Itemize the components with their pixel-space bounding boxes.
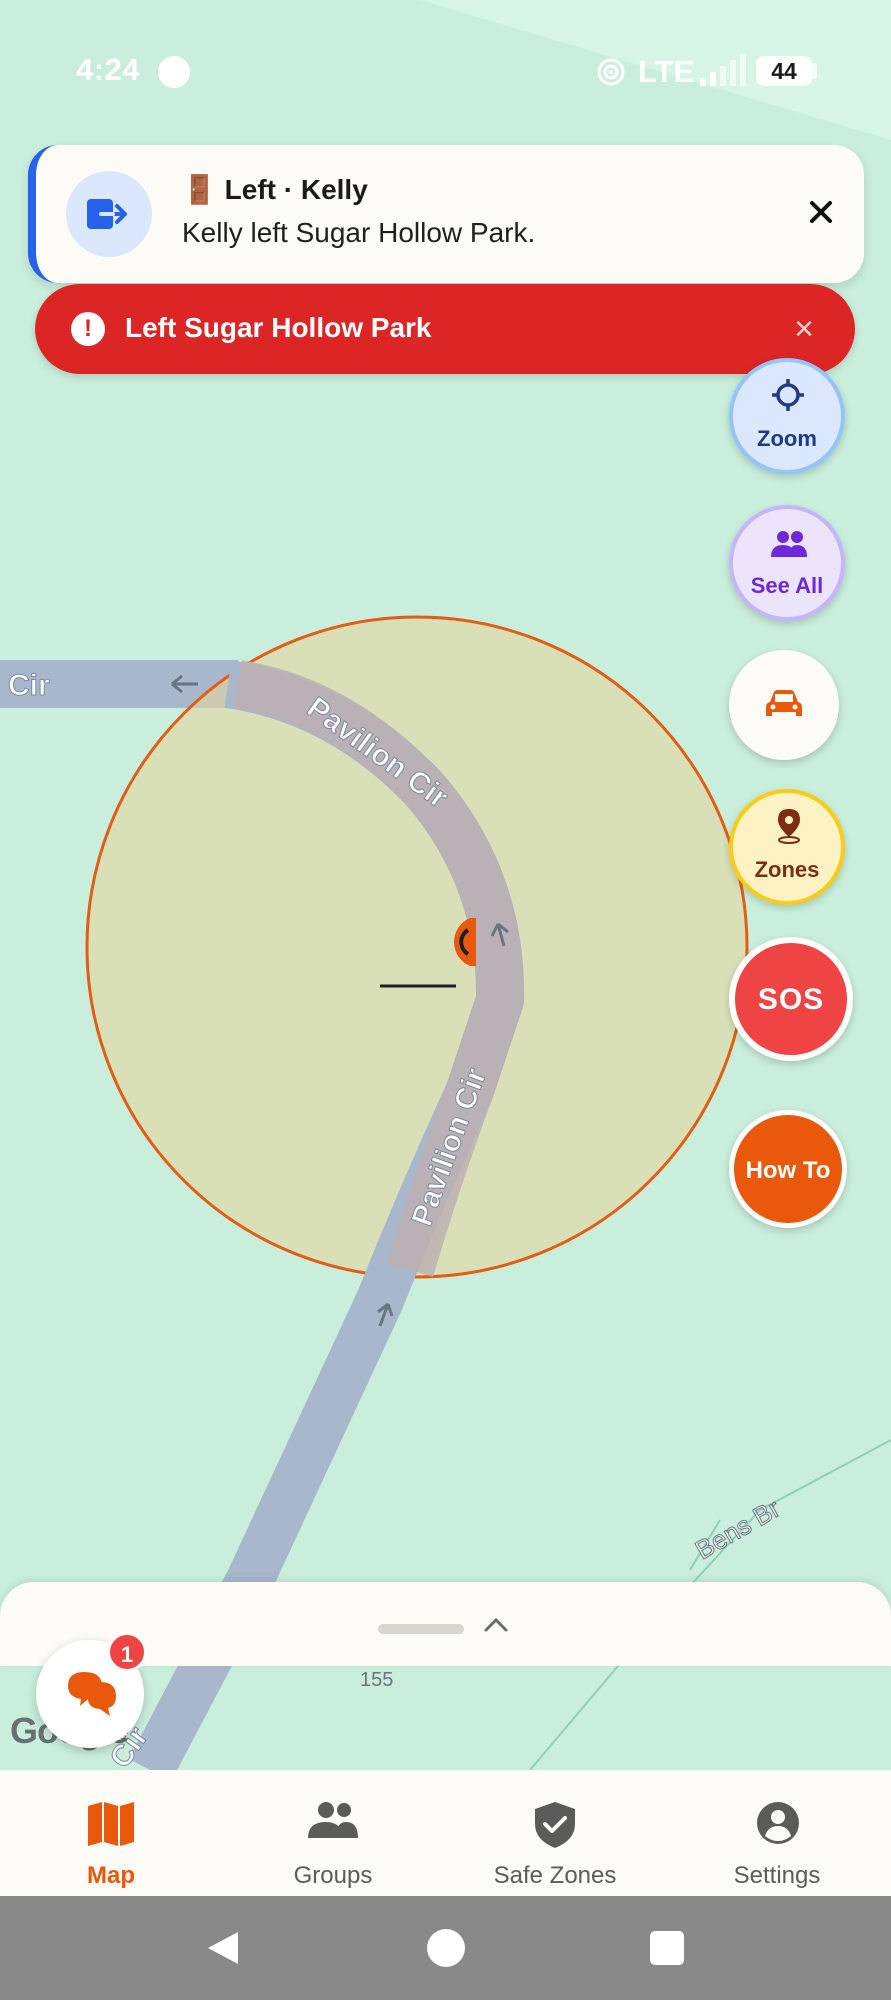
nav-settings-label: Settings [733, 1862, 821, 1889]
close-alert-icon[interactable]: × [787, 312, 821, 346]
zones-button[interactable]: Zones [729, 789, 845, 905]
alert-icon: ! [71, 312, 105, 346]
car-icon [766, 690, 802, 716]
zoom-label: Zoom [757, 426, 817, 451]
street-label: Cir [8, 669, 50, 702]
door-emoji-icon: 🚪 [182, 174, 217, 205]
map-pin-icon [778, 809, 800, 844]
nav-safe-zones-label: Safe Zones [493, 1862, 617, 1889]
alert-text: Left Sugar Hollow Park [125, 312, 432, 343]
unread-badge: 1 [107, 1632, 147, 1672]
zoom-button[interactable]: Zoom [729, 358, 845, 474]
left-zone-notification[interactable]: 🚪 Left · Kelly Kelly left Sugar Hollow P… [28, 145, 864, 283]
zone-exit-alert[interactable]: ! Left Sugar Hollow Park × [35, 284, 855, 374]
nav-groups[interactable]: Groups [222, 1770, 444, 1896]
nav-safe-zones[interactable]: Safe Zones [444, 1770, 666, 1896]
back-icon[interactable] [204, 1928, 242, 1968]
close-notification-icon[interactable] [798, 189, 844, 235]
network-type: LTE [638, 54, 695, 89]
status-time: 4:24 [76, 52, 141, 87]
sos-button[interactable]: SOS [729, 937, 853, 1061]
zones-label: Zones [754, 857, 820, 882]
shield-check-icon [535, 1802, 575, 1848]
crosshair-icon [772, 379, 804, 411]
notification-dot-icon [158, 56, 190, 88]
drive-mode-button[interactable] [729, 650, 839, 760]
signal-icon [700, 54, 746, 86]
see-all-label: See All [750, 573, 824, 598]
battery-icon: 44 [756, 56, 812, 86]
battery-tip [812, 63, 817, 79]
notification-title: 🚪 Left · Kelly [182, 173, 368, 206]
notification-title-text: Left · Kelly [224, 174, 368, 205]
exit-door-icon [66, 171, 152, 257]
hotspot-icon [597, 58, 625, 86]
account-icon [757, 1802, 799, 1844]
chat-bubbles-icon [68, 1672, 116, 1716]
system-navigation-bar [0, 1896, 891, 2000]
recents-icon[interactable] [650, 1931, 684, 1965]
chevron-up-icon[interactable] [482, 1614, 510, 1634]
map-icon [88, 1802, 134, 1846]
notification-body: Kelly left Sugar Hollow Park. [182, 217, 536, 248]
groups-icon [308, 1802, 358, 1838]
see-all-button[interactable]: See All [729, 505, 845, 621]
people-icon [771, 531, 807, 557]
home-icon[interactable] [427, 1929, 465, 1967]
nav-groups-label: Groups [293, 1862, 373, 1889]
bottom-navigation: Map Groups Safe Zones Settings [0, 1770, 891, 1896]
street-label: 155 [360, 1669, 393, 1691]
nav-map-label: Map [87, 1862, 135, 1889]
sos-label: SOS [757, 983, 825, 1016]
status-bar: 4:24 LTE 44 [0, 0, 891, 140]
nav-map[interactable]: Map [0, 1770, 222, 1896]
how-to-label: How To [745, 1157, 831, 1184]
sheet-drag-handle[interactable] [378, 1624, 464, 1634]
nav-settings[interactable]: Settings [666, 1770, 888, 1896]
how-to-button[interactable]: How To [729, 1110, 847, 1228]
